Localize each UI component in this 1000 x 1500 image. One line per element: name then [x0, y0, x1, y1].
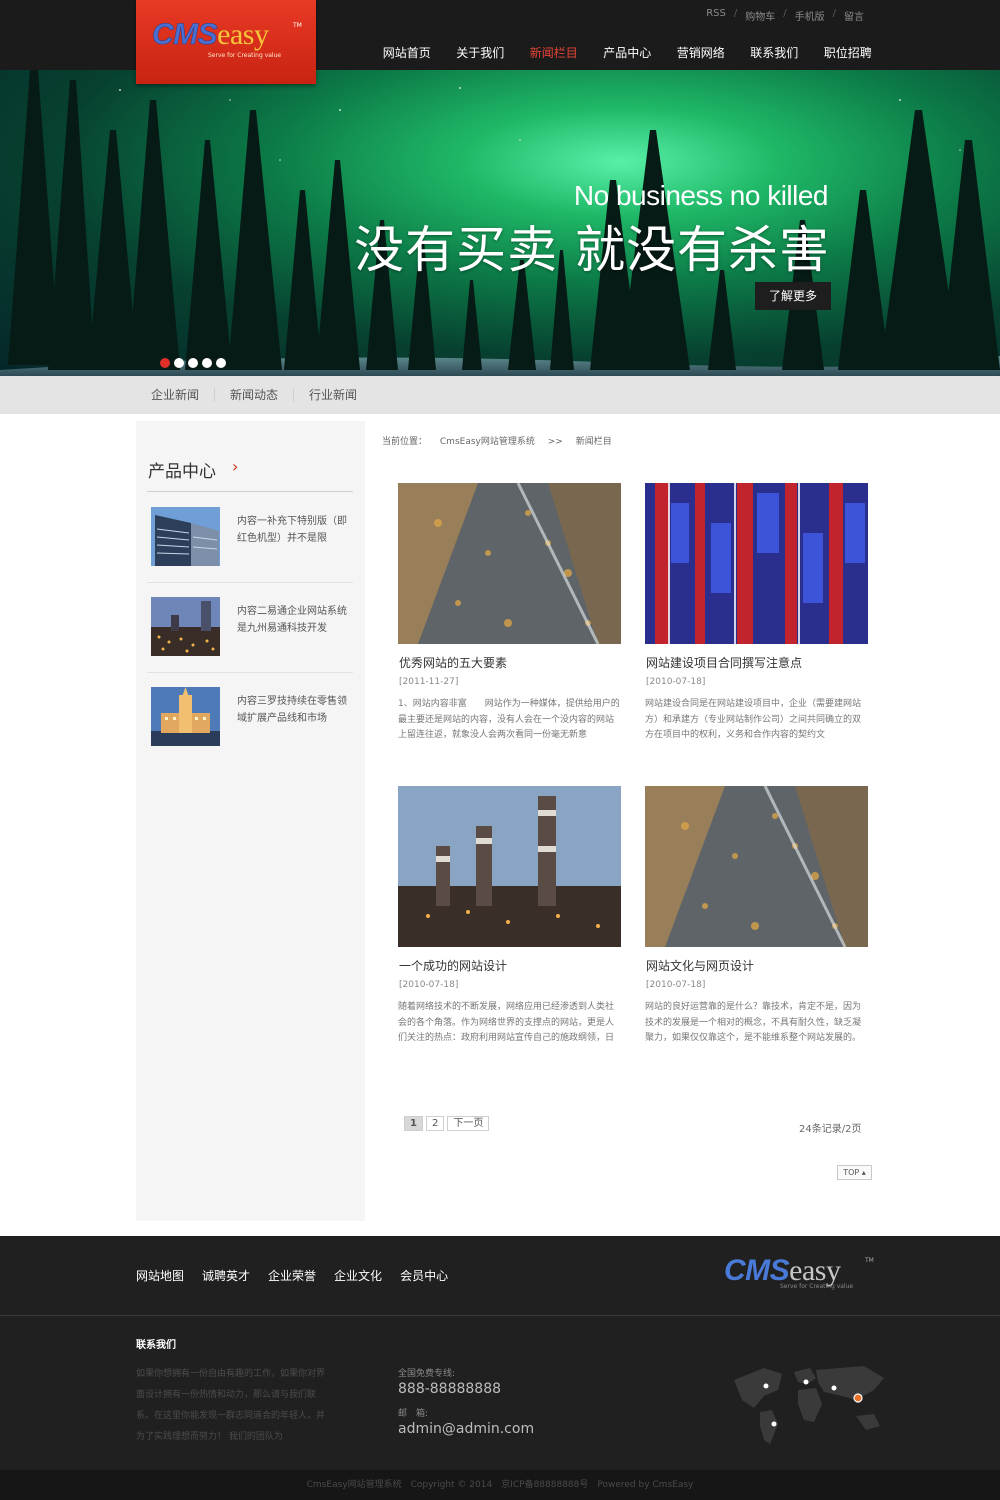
product-item[interactable]: 内容二易通企业网站系统是九州易通科技开发: [147, 583, 353, 673]
hero-banner: No business no killed 没有买卖 就没有杀害 了解更多: [0, 70, 1000, 376]
learn-more-button[interactable]: 了解更多: [755, 282, 831, 310]
sub-nav: 企业新闻 新闻动态 行业新闻: [0, 376, 1000, 414]
article-date: [2010-07-18]: [646, 677, 706, 687]
nav-products[interactable]: 产品中心: [591, 44, 665, 61]
page-1-button[interactable]: 1: [404, 1116, 423, 1131]
article-title[interactable]: 网站文化与网页设计: [645, 957, 868, 974]
slide-dot-5[interactable]: [216, 358, 226, 368]
logo-tagline: Serve for Creating value: [208, 52, 282, 59]
slide-dot-1[interactable]: [160, 358, 170, 368]
footer-logo-tm: TM: [865, 1257, 874, 1264]
mobile-link[interactable]: 手机版: [787, 8, 833, 23]
article-title[interactable]: 优秀网站的五大要素: [398, 654, 621, 671]
cart-link[interactable]: 购物车: [737, 8, 783, 23]
site-footer: 网站地图 诚聘英才 企业荣誉 企业文化 会员中心 CMSeasy TM Serv…: [0, 1236, 1000, 1500]
article-summary: 1、网站内容非富 网站作为一种媒体，提供给用户的最主要还是网站的内容，没有人会在…: [398, 699, 620, 740]
product-item-text[interactable]: 内容二易通企业网站系统是九州易通科技开发: [237, 603, 349, 637]
pagination: 1 2 下一页: [404, 1116, 490, 1131]
nav-home[interactable]: 网站首页: [370, 44, 444, 61]
hotline-number: 888-88888888: [398, 1381, 502, 1397]
flags-thumbnail[interactable]: [645, 483, 868, 644]
footer-link-culture[interactable]: 企业文化: [334, 1267, 382, 1284]
article-card: 网站文化与网页设计 [2010-07-18] 网站的良好运营靠的是什么？靠技术，…: [645, 786, 868, 1046]
footer-link-honors[interactable]: 企业荣誉: [268, 1267, 316, 1284]
footer-link-members[interactable]: 会员中心: [400, 1267, 448, 1284]
contact-title: 联系我们: [136, 1340, 176, 1351]
slide-dot-4[interactable]: [202, 358, 212, 368]
article-summary: 随着网络技术的不断发展，网络应用已经渗透到人类社会的各个角落。作为网络世界的支撑…: [398, 1002, 615, 1043]
article-date: [2010-07-18]: [399, 980, 459, 990]
office-building-thumbnail[interactable]: [151, 507, 220, 566]
slide-indicators: [160, 358, 226, 368]
slide-dot-2[interactable]: [174, 358, 184, 368]
page-2-button[interactable]: 2: [425, 1116, 445, 1131]
leaves-road-thumbnail[interactable]: [645, 786, 868, 947]
sidebar: 产品中心 › 内容一补充下特别版（即红色机型）并不是限 内容二易通企业网站系统是…: [136, 421, 365, 1221]
footer-links: 网站地图 诚聘英才 企业荣誉 企业文化 会员中心: [136, 1267, 448, 1284]
breadcrumb-separator: >>: [547, 437, 563, 447]
copyright-bar: CmsEasy网站管理系统 Copyright © 2014 京ICP备8888…: [0, 1470, 1000, 1500]
nav-contact[interactable]: 联系我们: [738, 44, 812, 61]
site-logo[interactable]: CMSeasy TM Serve for Creating value: [136, 0, 316, 84]
subnav-company-news[interactable]: 企业新闻: [136, 388, 216, 402]
pagination-info: 24条记录/2页: [799, 1124, 862, 1135]
top-links: RSS / 购物车 / 手机版 / 留言: [698, 8, 872, 23]
palace-night-thumbnail[interactable]: [151, 687, 220, 746]
article-card: 一个成功的网站设计 [2010-07-18] 随着网络技术的不断发展，网络应用已…: [398, 786, 621, 1046]
factory-thumbnail[interactable]: [398, 786, 621, 947]
article-title[interactable]: 网站建设项目合同撰写注意点: [645, 654, 868, 671]
breadcrumb-label: 当前位置：: [382, 437, 428, 447]
article-date: [2011-11-27]: [399, 677, 459, 687]
product-item-text[interactable]: 内容三罗技持续在零售领域扩展产品线和市场: [237, 693, 349, 727]
next-page-button[interactable]: 下一页: [447, 1116, 490, 1131]
nav-about[interactable]: 关于我们: [444, 44, 518, 61]
nav-marketing[interactable]: 营销网络: [664, 44, 738, 61]
article-summary: 网站建设合同是在网站建设项目中，企业（需要建网站方）和承建方（专业网站制作公司）…: [645, 699, 862, 740]
footer-link-careers[interactable]: 诚聘英才: [202, 1267, 250, 1284]
main-nav: 网站首页 关于我们 新闻栏目 产品中心 营销网络 联系我们 职位招聘: [370, 44, 885, 61]
logo-tm: TM: [293, 22, 302, 29]
nav-news[interactable]: 新闻栏目: [517, 44, 591, 61]
leaves-road-thumbnail[interactable]: [398, 483, 621, 644]
article-card: 优秀网站的五大要素 [2011-11-27] 1、网站内容非富 网站作为一种媒体…: [398, 483, 621, 743]
footer-logo[interactable]: CMSeasy: [724, 1256, 841, 1286]
article-date: [2010-07-18]: [646, 980, 706, 990]
breadcrumb: 当前位置： CmsEasy网站管理系统 >> 新闻栏目: [382, 434, 622, 447]
divider: [0, 1315, 1000, 1316]
divider: [147, 491, 353, 492]
footer-logo-tagline: Serve for Creating value: [780, 1283, 854, 1290]
banner-headline-cn: 没有买卖 就没有杀害: [354, 221, 830, 279]
product-item-text[interactable]: 内容一补充下特别版（即红色机型）并不是限: [237, 513, 349, 547]
footer-link-sitemap[interactable]: 网站地图: [136, 1267, 184, 1284]
email-label: 邮 箱:: [398, 1409, 429, 1419]
nav-jobs[interactable]: 职位招聘: [811, 44, 885, 61]
hotline-label: 全国免费专线:: [398, 1369, 456, 1379]
article-title[interactable]: 一个成功的网站设计: [398, 957, 621, 974]
logo-wordmark: CMSeasy: [152, 18, 269, 51]
email-address[interactable]: admin@admin.com: [398, 1421, 534, 1437]
back-to-top-button[interactable]: TOP ▴: [837, 1165, 872, 1180]
subnav-news-updates[interactable]: 新闻动态: [215, 388, 295, 402]
banner-headline-en: No business no killed: [573, 180, 829, 211]
product-item[interactable]: 内容三罗技持续在零售领域扩展产品线和市场: [147, 673, 353, 763]
breadcrumb-home[interactable]: CmsEasy网站管理系统: [440, 437, 535, 447]
guestbook-link[interactable]: 留言: [836, 8, 872, 23]
subnav-industry-news[interactable]: 行业新闻: [294, 388, 372, 402]
article-summary: 网站的良好运营靠的是什么？靠技术，肯定不是，因为技术的发展是一个相对的概念，不具…: [645, 1002, 862, 1043]
breadcrumb-current[interactable]: 新闻栏目: [576, 437, 612, 447]
sidebar-title: 产品中心: [148, 462, 216, 482]
product-item[interactable]: 内容一补充下特别版（即红色机型）并不是限: [147, 493, 353, 583]
product-list: 内容一补充下特别版（即红色机型）并不是限 内容二易通企业网站系统是九州易通科技开…: [147, 493, 353, 763]
contact-about-text: 如果你想拥有一份自由有趣的工作，如果你对界面设计拥有一份热情和动力，那么请与我们…: [136, 1369, 326, 1442]
world-map-icon: [734, 1366, 884, 1444]
chevron-right-icon[interactable]: ›: [232, 457, 238, 476]
rss-link[interactable]: RSS: [698, 8, 734, 23]
article-card: 网站建设项目合同撰写注意点 [2010-07-18] 网站建设合同是在网站建设项…: [645, 483, 868, 743]
slide-dot-3[interactable]: [188, 358, 198, 368]
city-night-thumbnail[interactable]: [151, 597, 220, 656]
